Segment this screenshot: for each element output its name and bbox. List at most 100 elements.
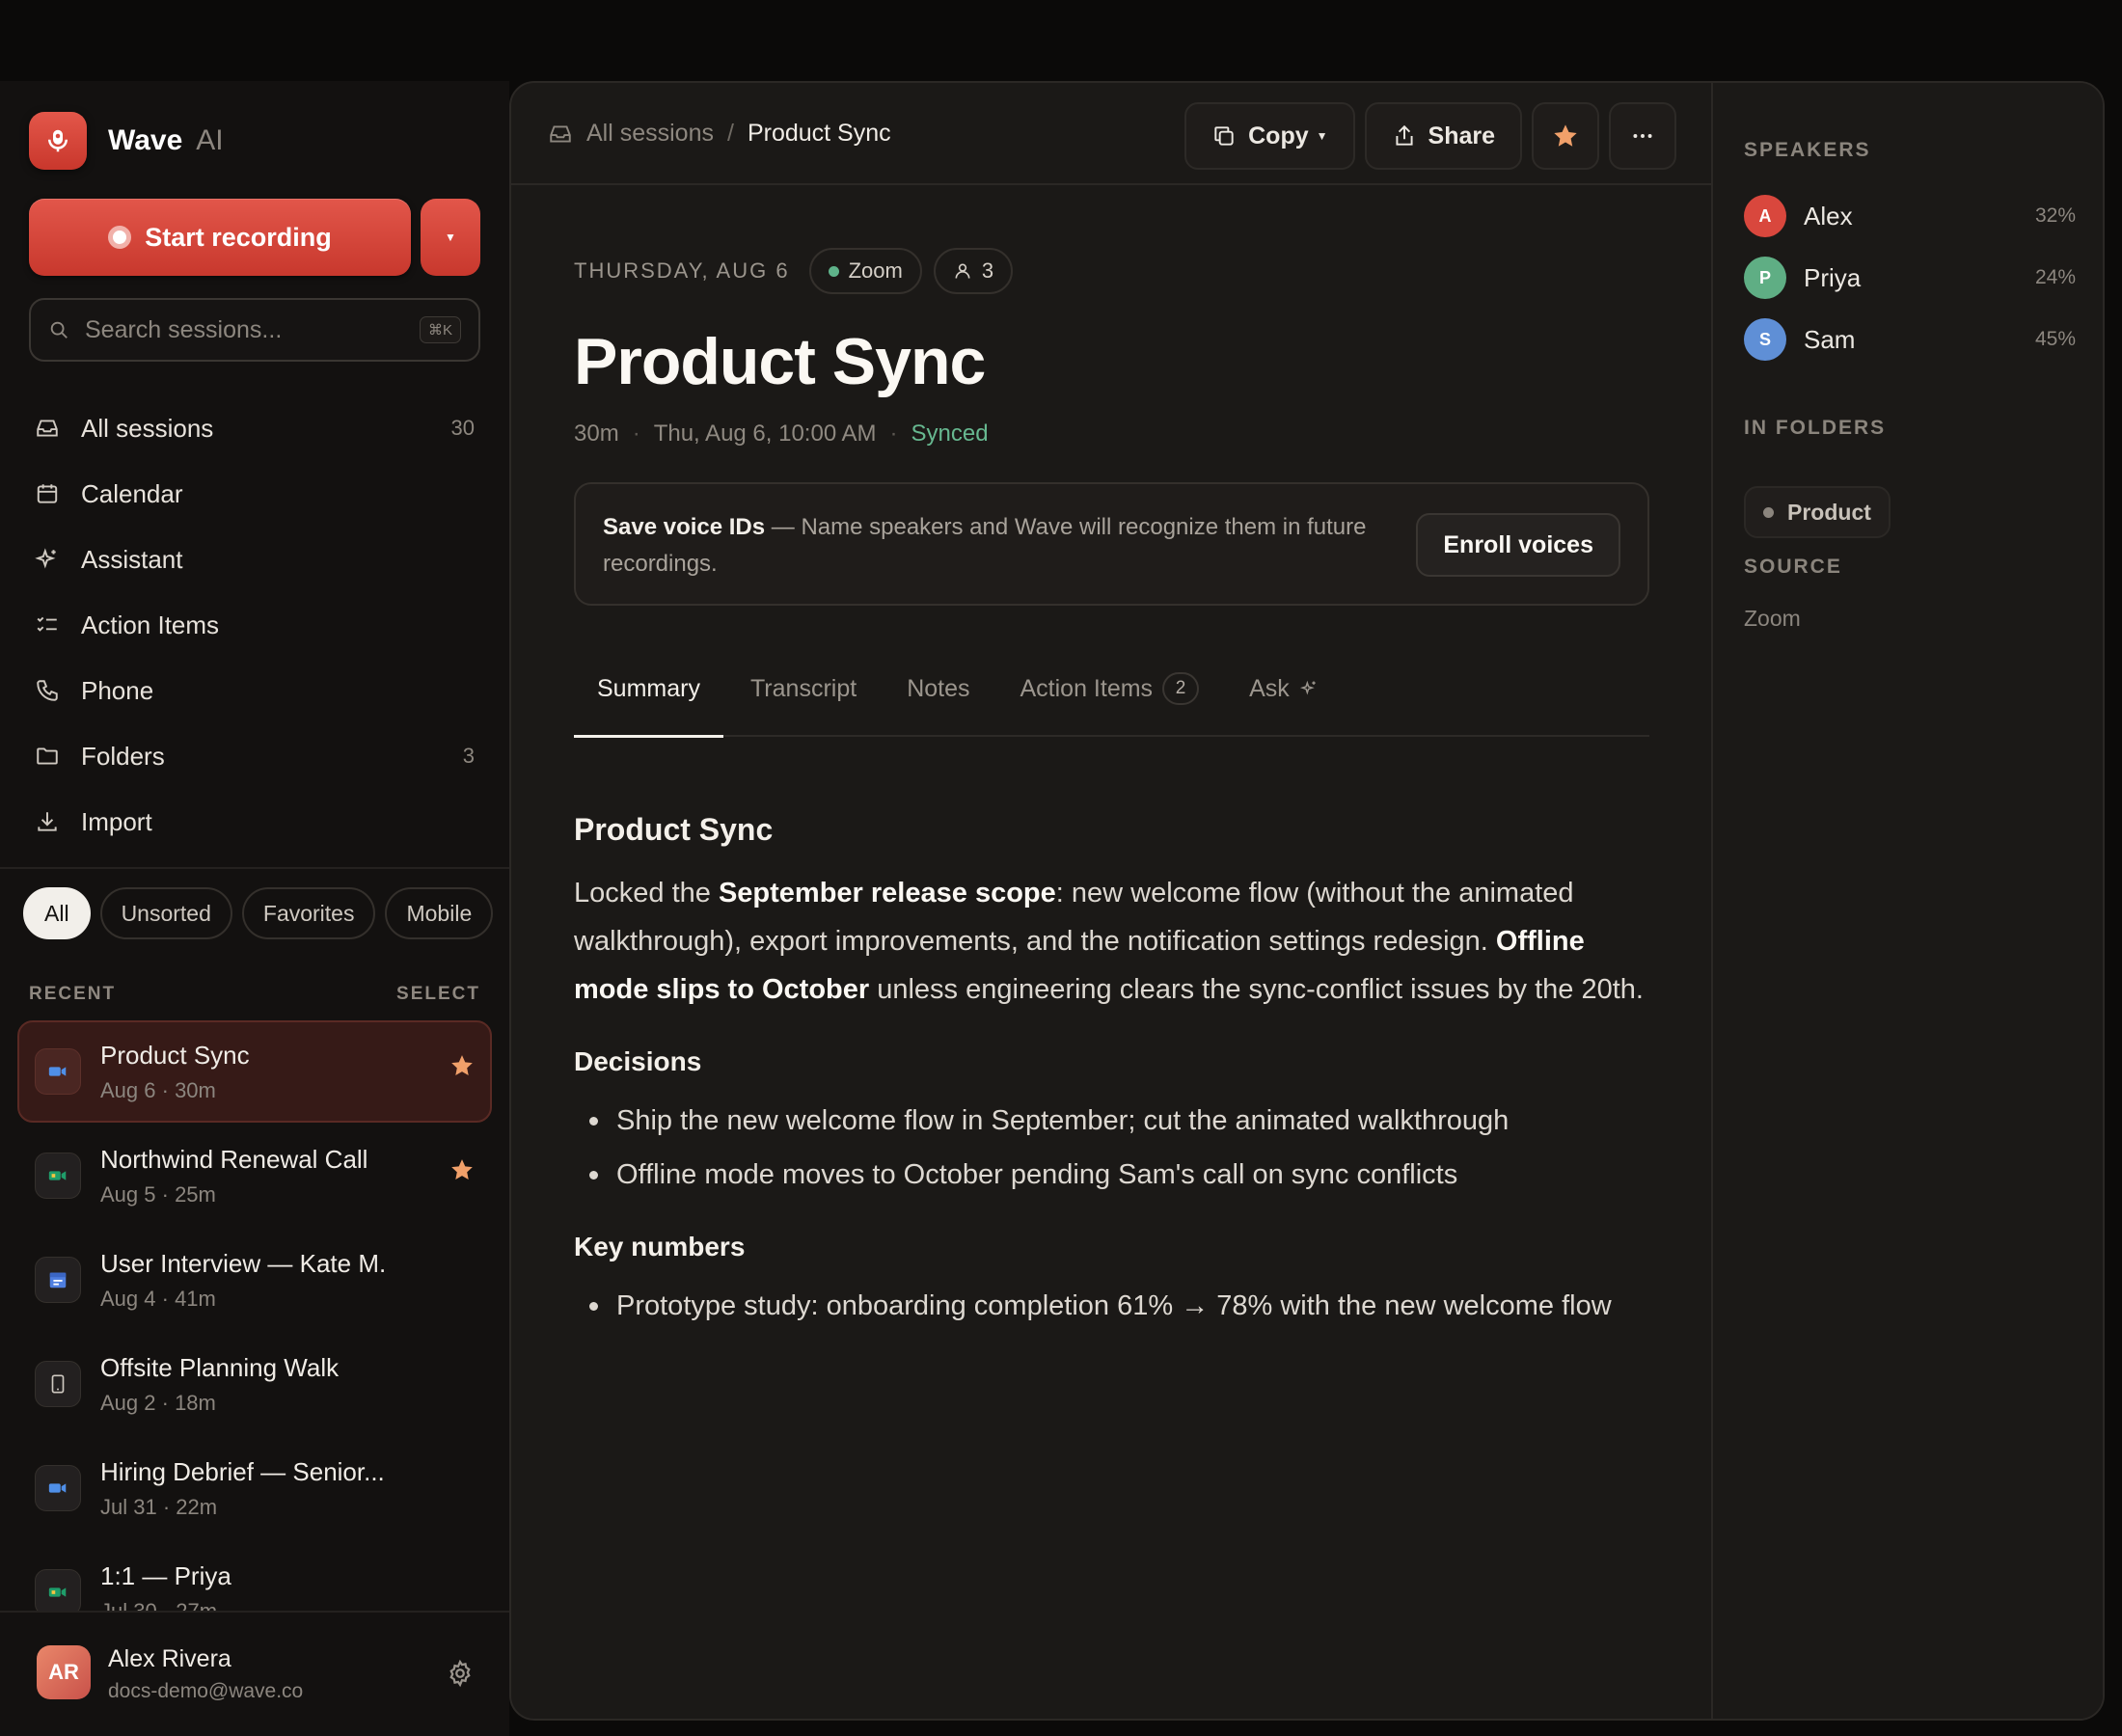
star-icon[interactable] [449, 1157, 475, 1182]
list-item: Prototype study: onboarding completion 6… [574, 1282, 1649, 1330]
source-heading: SOURCE [1744, 556, 1842, 578]
banner-text: Save voice IDs — Name speakers and Wave … [603, 514, 1367, 577]
user-email: docs-demo@wave.co [108, 1680, 304, 1702]
brand-suffix: AI [196, 124, 224, 156]
record-controls: Start recording ▼ [29, 199, 480, 276]
nav-item-calendar[interactable]: Calendar [35, 461, 478, 527]
gear-icon[interactable] [446, 1659, 475, 1688]
participants-badge[interactable]: 3 [933, 248, 1014, 294]
sidebar: Wave AI Start recording ▼ Search session… [0, 81, 509, 1736]
sparkle-icon [1299, 679, 1319, 698]
session-panel: All sessions / Product Sync Copy ▼ Share [509, 81, 2105, 1721]
tab-ask[interactable]: Ask [1249, 641, 1319, 736]
avatar[interactable]: AR [37, 1645, 91, 1699]
sidebar-divider [0, 867, 509, 869]
summary-paragraph: Locked the September release scope: new … [574, 878, 1644, 1005]
nav-count: 3 [462, 744, 475, 768]
nav-item-import[interactable]: Import [35, 789, 478, 854]
filter-favorites[interactable]: Favorites [241, 887, 376, 939]
folder-chip[interactable]: Product [1744, 486, 1891, 538]
top-bar: All sessions / Product Sync Copy ▼ Share [511, 83, 1711, 185]
speaker-row[interactable]: S Sam 45% [1744, 318, 2076, 361]
nav-count: 30 [450, 416, 475, 440]
session-meta: Aug 5 · 25m [100, 1181, 216, 1207]
start-recording-label: Start recording [145, 222, 332, 252]
speaker-row[interactable]: A Alex 32% [1744, 195, 2076, 237]
session-item[interactable]: Offsite Planning Walk Aug 2 · 18m [17, 1333, 492, 1435]
brand: Wave AI [29, 112, 224, 170]
start-recording-button[interactable]: Start recording [29, 199, 411, 276]
nav-label: Action Items [81, 610, 220, 639]
user-name: Alex Rivera [108, 1645, 231, 1672]
list-item: Ship the new welcome flow in September; … [574, 1097, 1649, 1145]
session-item[interactable]: 1:1 — Priya Jul 30 · 27m [17, 1541, 492, 1614]
share-button[interactable]: Share [1364, 102, 1522, 170]
summary-heading: Product Sync [574, 812, 774, 847]
zoom-icon [35, 1048, 81, 1095]
session-item[interactable]: Product Sync Aug 6 · 30m [17, 1020, 492, 1123]
star-icon[interactable] [449, 1053, 475, 1078]
key-numbers-heading: Key numbers [574, 1232, 746, 1261]
mic-logo-icon [29, 112, 87, 170]
folders-heading: IN FOLDERS [1744, 417, 1887, 439]
user-footer: AR Alex Rivera docs-demo@wave.co [0, 1611, 509, 1736]
speaker-name: Alex [1804, 201, 1853, 231]
main-nav: All sessions 30 Calendar Assistant Actio… [35, 395, 478, 854]
speaker-avatar: P [1744, 257, 1786, 299]
phone-icon [35, 678, 66, 703]
search-input[interactable]: Search sessions... ⌘K [29, 298, 480, 362]
session-meta: Aug 2 · 18m [100, 1390, 216, 1415]
caret-down-icon: ▼ [445, 231, 456, 244]
speaker-row[interactable]: P Priya 24% [1744, 257, 2076, 299]
nav-label: Assistant [81, 544, 183, 574]
filter-all[interactable]: All [23, 887, 91, 939]
breadcrumb-separator: / [727, 120, 734, 147]
details-panel: SPEAKERS A Alex 32% P Priya 24% S Sam 45… [1711, 83, 2103, 1719]
session-list: Product Sync Aug 6 · 30m Northwind Renew… [17, 1020, 492, 1614]
favorite-button[interactable] [1532, 102, 1599, 170]
session-meta-row: THURSDAY, AUG 6 Zoom 3 [574, 247, 1649, 295]
nav-item-all-sessions[interactable]: All sessions 30 [35, 395, 478, 461]
inbox-icon [550, 124, 571, 143]
share-label: Share [1428, 122, 1495, 149]
session-item[interactable]: Northwind Renewal Call Aug 5 · 25m [17, 1125, 492, 1227]
nav-item-assistant[interactable]: Assistant [35, 527, 478, 592]
session-subline: 30m · Thu, Aug 6, 10:00 AM · Synced [574, 420, 989, 447]
summary-document: Product Sync Locked the September releas… [574, 812, 1649, 1330]
select-button[interactable]: SELECT [396, 984, 480, 1005]
header-actions: Copy ▼ Share [1175, 102, 1676, 170]
nav-label: All sessions [81, 413, 214, 443]
page-title: Product Sync [574, 325, 986, 398]
enroll-voices-button[interactable]: Enroll voices [1416, 513, 1620, 577]
copy-button[interactable]: Copy ▼ [1184, 102, 1355, 170]
filter-mobile[interactable]: Mobile [385, 887, 494, 939]
sparkle-icon [35, 547, 66, 572]
source-badge: Zoom [808, 248, 922, 294]
checklist-icon [35, 612, 66, 637]
nav-item-action-items[interactable]: Action Items [35, 592, 478, 658]
tab-summary[interactable]: Summary [574, 641, 723, 738]
folder-dot-icon [1763, 506, 1774, 518]
session-meta: Aug 4 · 41m [100, 1286, 216, 1311]
tab-action-items[interactable]: Action Items 2 [1020, 641, 1200, 736]
more-button[interactable] [1609, 102, 1676, 170]
speaker-name: Priya [1804, 262, 1862, 292]
list-item: Offline mode moves to October pending Sa… [574, 1151, 1649, 1199]
tab-transcript[interactable]: Transcript [750, 641, 857, 736]
speaker-share: 32% [2034, 204, 2076, 227]
decisions-heading: Decisions [574, 1046, 702, 1076]
tab-notes[interactable]: Notes [907, 641, 969, 736]
record-options-button[interactable]: ▼ [421, 199, 480, 276]
session-item[interactable]: User Interview — Kate M. Aug 4 · 41m [17, 1229, 492, 1331]
search-icon [50, 321, 68, 339]
nav-item-phone[interactable]: Phone [35, 658, 478, 723]
calendar-icon [35, 481, 66, 506]
source-value: Zoom [1744, 606, 1801, 631]
recent-header: RECENT SELECT [29, 984, 480, 1005]
session-item[interactable]: Hiring Debrief — Senior... Jul 31 · 22m [17, 1437, 492, 1539]
mobile-icon [35, 1361, 81, 1407]
filter-unsorted[interactable]: Unsorted [99, 887, 232, 939]
breadcrumb-root[interactable]: All sessions [586, 120, 714, 148]
status-dot-icon [828, 265, 839, 277]
nav-item-folders[interactable]: Folders 3 [35, 723, 478, 789]
